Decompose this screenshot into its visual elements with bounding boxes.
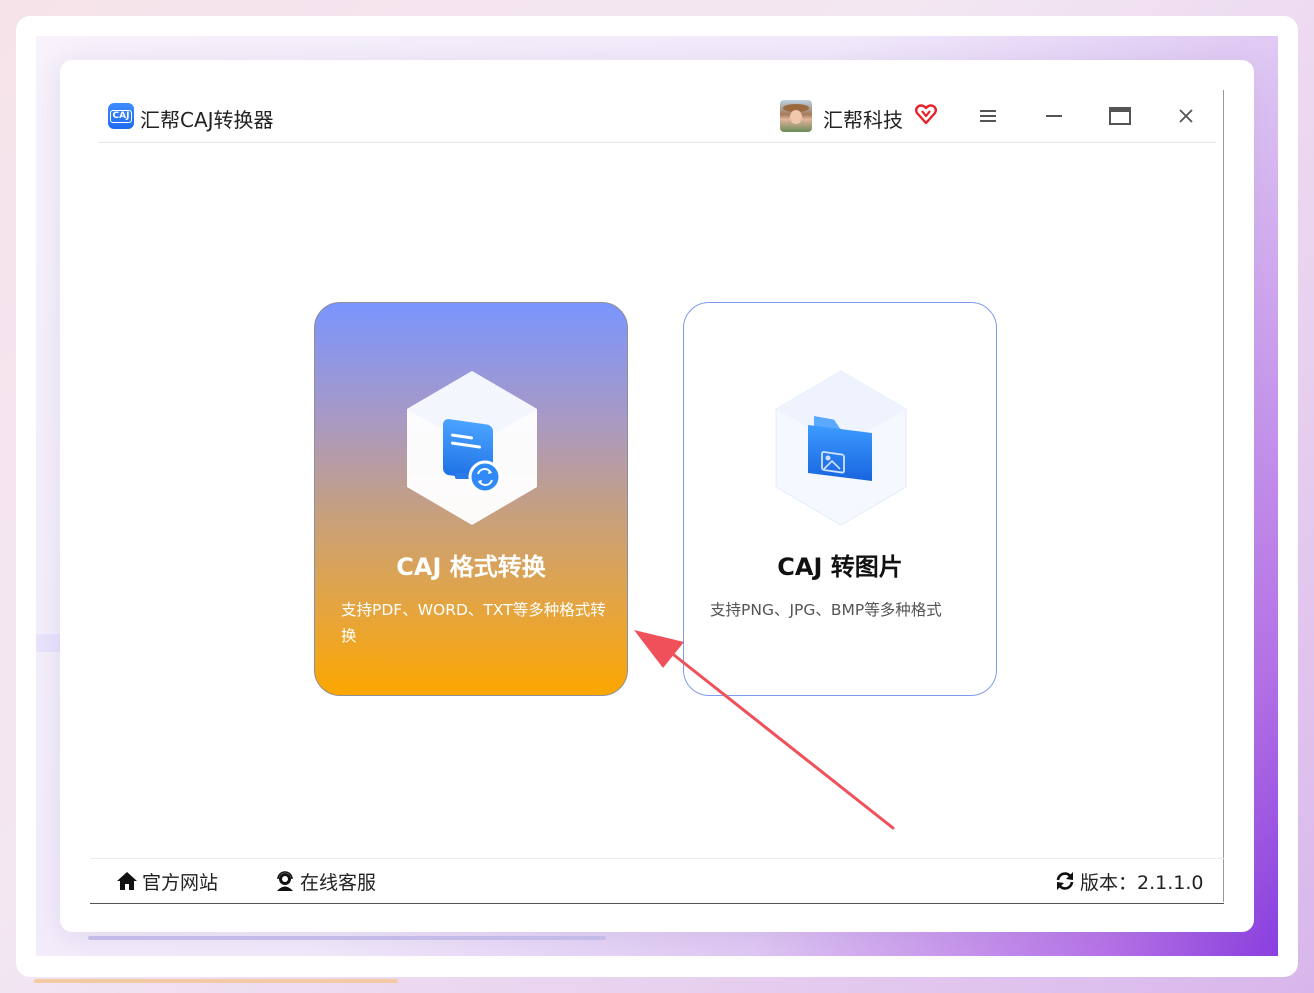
card-title: CAJ 格式转换 xyxy=(396,553,546,581)
hamburger-menu-icon xyxy=(980,110,996,122)
app-logo-text: CAJ xyxy=(109,109,133,123)
home-icon xyxy=(117,872,137,890)
official-website-link[interactable]: 官方网站 xyxy=(116,869,219,894)
app-window: CAJ 汇帮CAJ转换器 汇帮科技 CAJ 格式转换 支持PDF、WORD、TX… xyxy=(60,60,1254,932)
user-name[interactable]: 汇帮科技 xyxy=(823,104,903,133)
version-info: 版本：2.1.1.0 xyxy=(1054,869,1204,894)
maximize-button[interactable] xyxy=(1106,102,1134,130)
minimize-icon xyxy=(1046,115,1062,117)
menu-button[interactable] xyxy=(974,102,1002,130)
card-title: CAJ 转图片 xyxy=(777,553,903,581)
window-edge xyxy=(1223,90,1224,902)
version-label: 版本：2.1.1.0 xyxy=(1080,871,1204,894)
document-convert-icon xyxy=(407,371,537,525)
card-description: 支持PDF、WORD、TXT等多种格式转换 xyxy=(341,601,606,645)
app-title: 汇帮CAJ转换器 xyxy=(140,108,274,132)
caj-to-image-card[interactable]: CAJ 转图片 支持PNG、JPG、BMP等多种格式 xyxy=(683,302,997,696)
background-strip xyxy=(36,634,62,652)
online-service-link[interactable]: 在线客服 xyxy=(274,869,377,894)
minimize-button[interactable] xyxy=(1040,102,1068,130)
background-bar xyxy=(34,979,398,983)
avatar-face xyxy=(790,110,802,124)
official-website-label: 官方网站 xyxy=(142,871,219,894)
close-icon xyxy=(1179,109,1193,123)
caj-format-convert-card[interactable]: CAJ 格式转换 支持PDF、WORD、TXT等多种格式转换 xyxy=(314,302,628,696)
vip-heart-icon[interactable] xyxy=(914,102,938,126)
folder-image-icon xyxy=(775,370,907,526)
red-pointer-arrow xyxy=(634,630,895,830)
caj-app-icon: CAJ xyxy=(108,103,134,129)
title-bar: CAJ 汇帮CAJ转换器 汇帮科技 xyxy=(98,90,1216,143)
background-bar xyxy=(88,936,606,940)
card-description: 支持PNG、JPG、BMP等多种格式 xyxy=(710,601,942,619)
close-button[interactable] xyxy=(1172,102,1200,130)
support-agent-icon xyxy=(277,871,293,891)
maximize-icon xyxy=(1109,107,1131,125)
online-service-label: 在线客服 xyxy=(300,871,377,894)
user-avatar[interactable] xyxy=(780,100,812,132)
footer-bar: 官方网站 在线客服 版本：2.1.1.0 xyxy=(90,858,1224,904)
refresh-icon xyxy=(1056,872,1074,890)
